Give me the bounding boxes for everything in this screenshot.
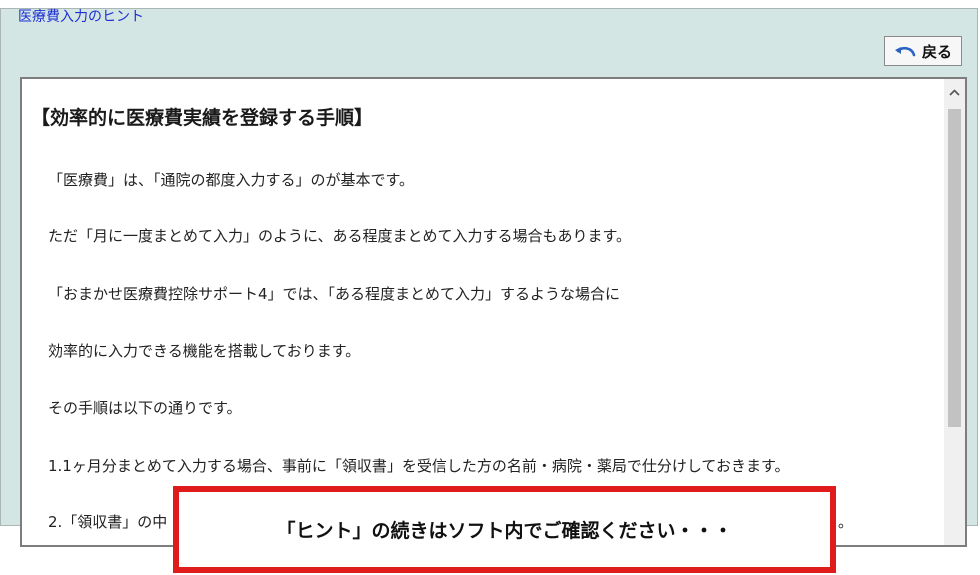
paragraph: 2.「領収書」の中 [48, 513, 168, 531]
paragraph: 効率的に入力できる機能を搭載しております。 [48, 342, 361, 360]
paragraph: 1.1ヶ月分まとめて入力する場合、事前に「領収書」を受信した方の名前・病院・薬局… [48, 457, 790, 475]
chevron-up-icon [949, 81, 960, 100]
content-heading: 【効率的に医療費実績を登録する手順】 [31, 107, 374, 129]
paragraph: 「医療費」は、「通院の都度入力する」のが基本です。 [48, 171, 415, 189]
hint-content[interactable]: 【効率的に医療費実績を登録する手順】 「医療費」は、「通院の都度入力する」のが基… [20, 77, 967, 547]
return-arrow-icon [894, 44, 916, 58]
scroll-up-button[interactable] [944, 79, 965, 101]
continue-notice-text: 「ヒント」の続きはソフト内でご確認ください・・・ [276, 520, 733, 542]
paragraph: 「おまかせ医療費控除サポート4」では、「ある程度まとめて入力」するような場合に [48, 285, 621, 303]
vertical-scrollbar[interactable] [944, 79, 965, 545]
paragraph: その手順は以下の通りです。 [48, 399, 242, 417]
back-button[interactable]: 戻る [884, 36, 962, 66]
panel-title: 医療費入力のヒント [15, 9, 147, 25]
back-button-label: 戻る [921, 42, 952, 61]
scrollbar-thumb[interactable] [948, 109, 961, 427]
paragraph: ただ「月に一度まとめて入力」のように、ある程度まとめて入力する場合もあります。 [48, 227, 632, 245]
continue-notice-box: 「ヒント」の続きはソフト内でご確認ください・・・ [173, 486, 836, 573]
hint-panel: 医療費入力のヒント 戻る 【効率的に医療費実績を登録する手順】 「医療費」は、「… [0, 8, 978, 547]
paragraph-fragment: 。 [838, 513, 854, 531]
